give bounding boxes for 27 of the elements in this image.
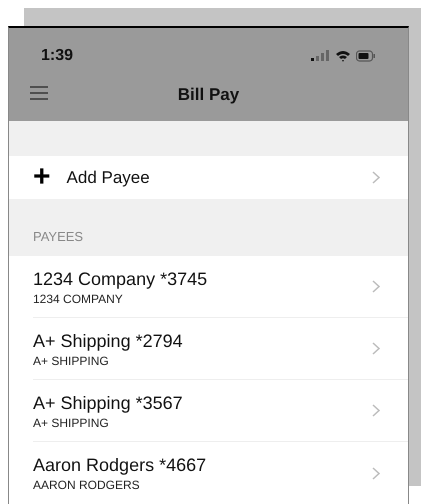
menu-icon[interactable] [30,86,48,100]
payee-subtitle: 1234 COMPANY [33,290,124,307]
add-payee-label: Add Payee [66,166,151,189]
payee-subtitle: A+ SHIPPING [33,352,110,369]
payee-name: A+ Shipping *2794 [33,330,184,353]
chevron-icon [372,404,380,418]
screen-title: Bill Pay [178,84,240,106]
plus-icon: + [33,162,51,192]
payee-subtitle: A+ SHIPPING [33,414,110,431]
chevron-icon [372,280,380,294]
payee-row[interactable]: Aaron Rodgers *4667 AARON RODGERS [33,442,408,504]
add-payee-row[interactable]: + Add Payee [9,156,408,200]
payee-name: Aaron Rodgers *4667 [33,454,208,478]
payee-row[interactable]: A+ Shipping *3567 A+ SHIPPING [33,380,408,442]
payee-row[interactable]: 1234 Company *3745 1234 COMPANY [33,256,408,318]
chevron-icon [372,342,380,356]
payee-name: A+ Shipping *3567 [33,392,184,415]
wifi-icon [336,49,350,62]
chevron-icon [372,466,380,480]
payee-subtitle: AARON RODGERS [33,477,141,494]
signal-icon [311,50,330,62]
battery-icon [356,50,376,62]
status-time: 1:39 [41,46,74,66]
chevron-icon [372,170,380,184]
payee-name: 1234 Company *3745 [33,268,208,291]
section-header: PAYEES [33,228,84,246]
payee-row[interactable]: A+ Shipping *2794 A+ SHIPPING [33,318,408,380]
